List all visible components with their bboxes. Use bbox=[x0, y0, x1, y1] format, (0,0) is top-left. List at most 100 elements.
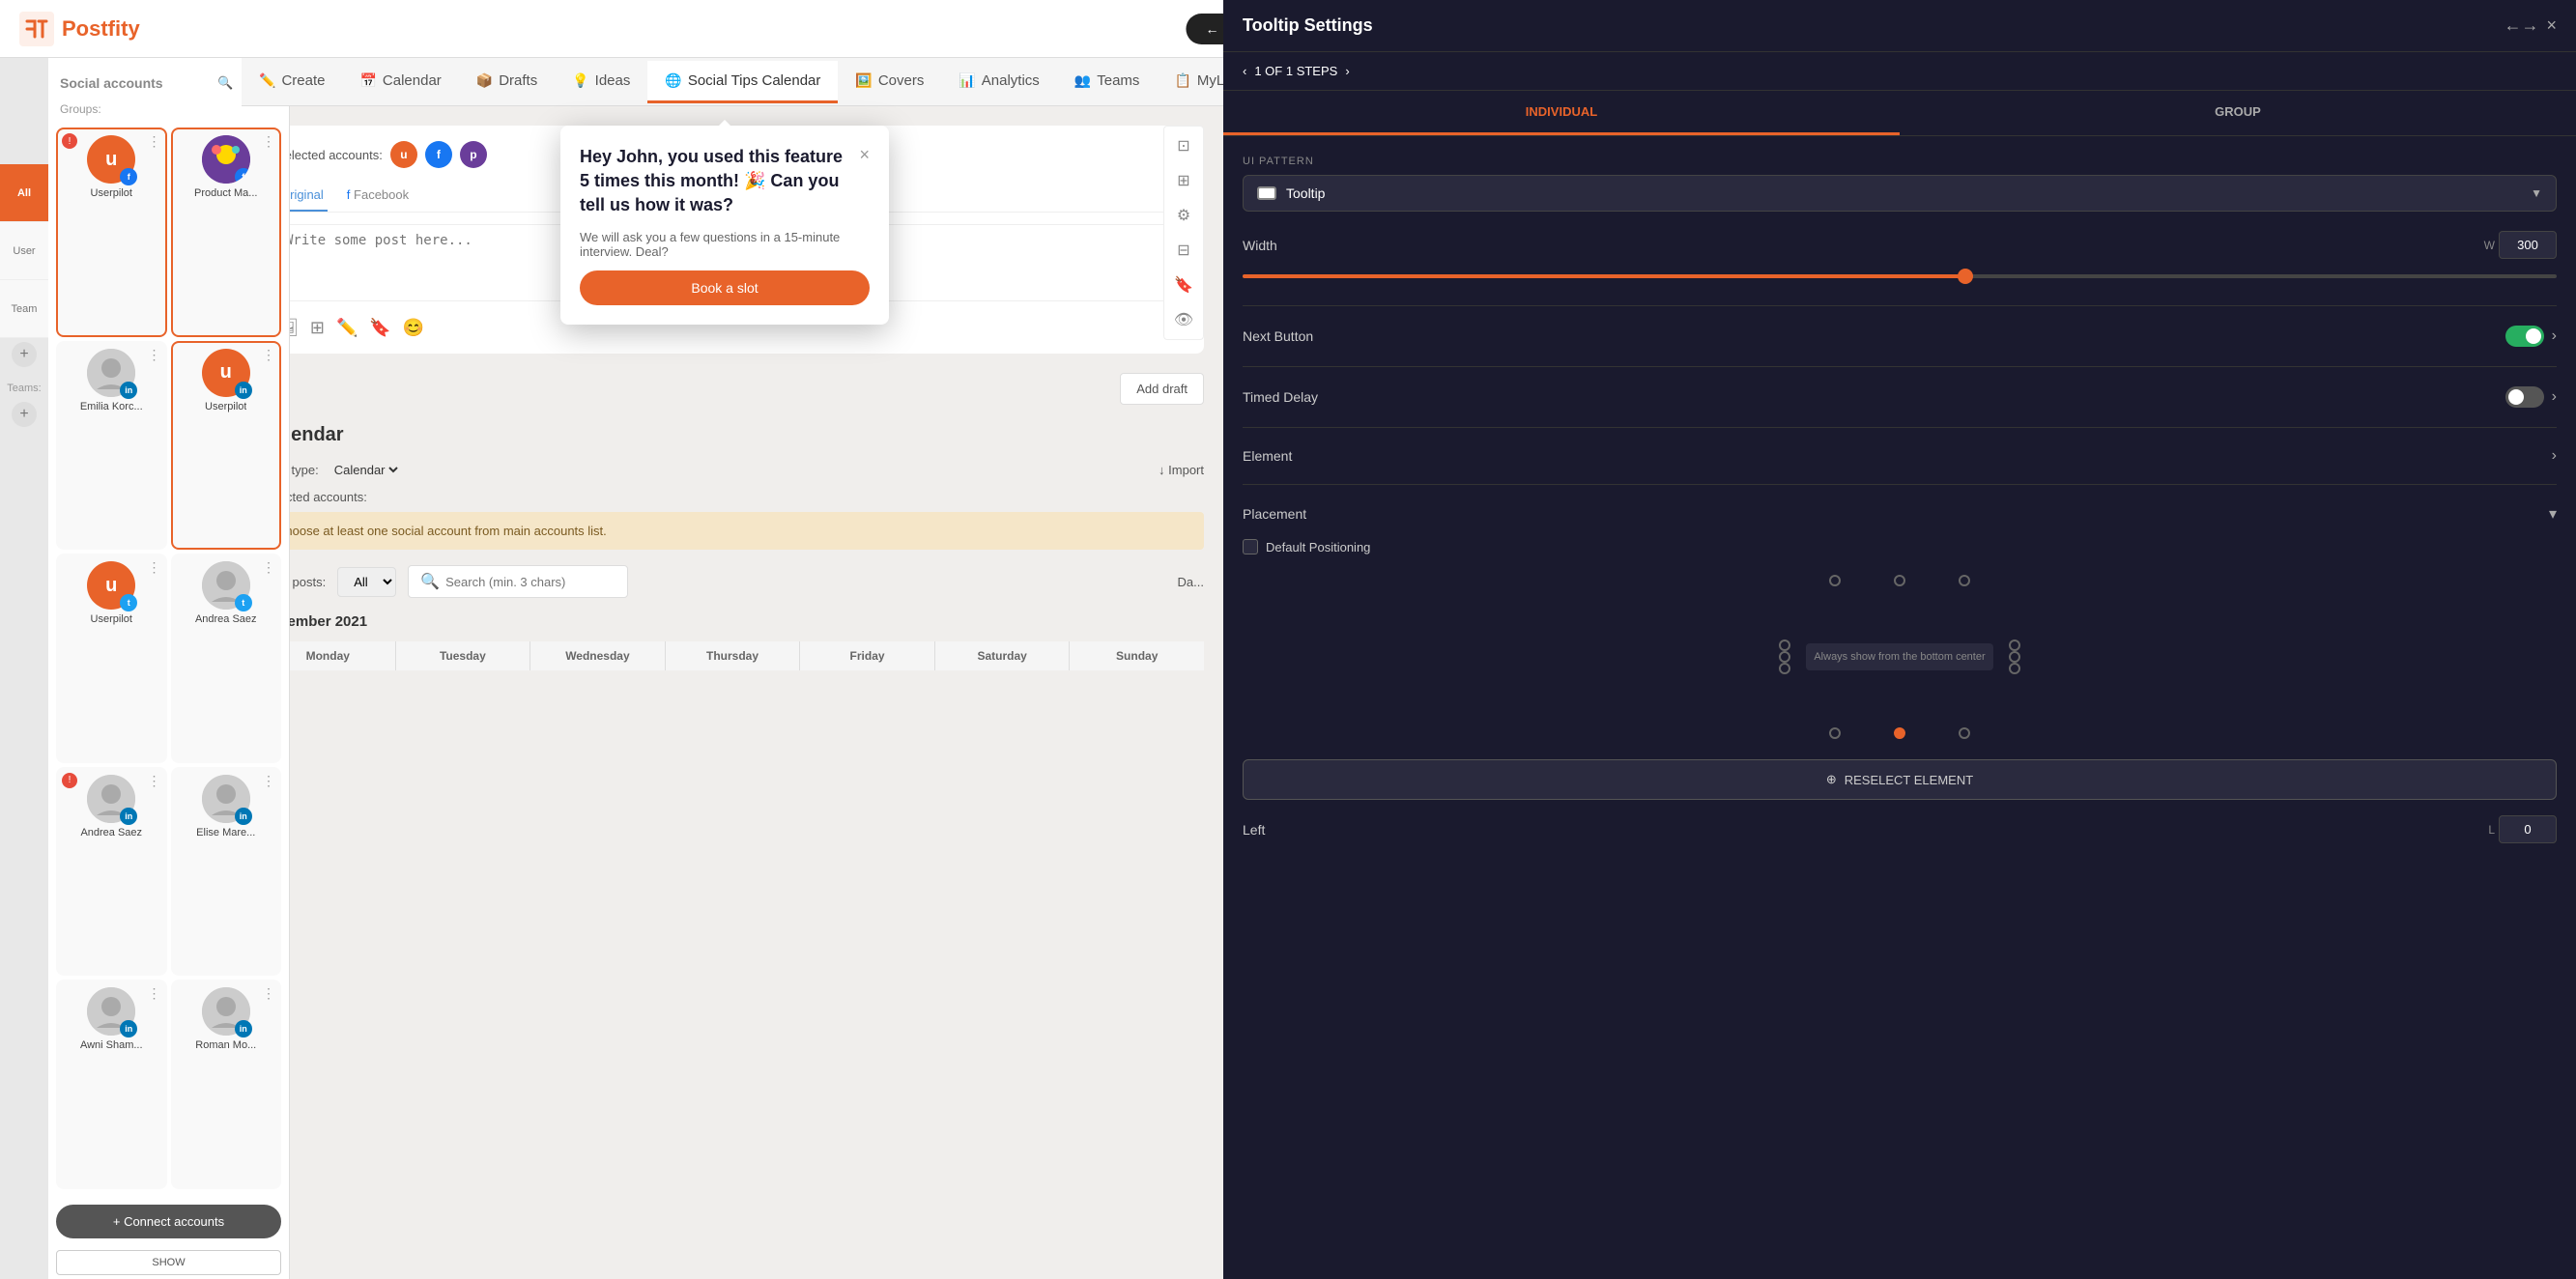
account-name: Andrea Saez bbox=[195, 613, 257, 625]
search-input[interactable] bbox=[445, 575, 615, 589]
connect-accounts-button[interactable]: + Connect accounts bbox=[56, 1205, 281, 1238]
pos-right-middle-dot[interactable] bbox=[2009, 651, 2020, 663]
account-card[interactable]: ⋮ in Roman Mo... bbox=[171, 980, 282, 1189]
teams-icon: 👥 bbox=[1074, 72, 1091, 89]
width-slider[interactable] bbox=[1243, 267, 2557, 286]
timed-delay-toggle[interactable] bbox=[2505, 386, 2544, 408]
calendar-month-title: December 2021 bbox=[261, 613, 1204, 630]
next-step-button[interactable]: › bbox=[1345, 64, 1349, 78]
account-card[interactable]: ⋮ in Awni Sham... bbox=[56, 980, 167, 1189]
prev-step-button[interactable]: ‹ bbox=[1243, 64, 1246, 78]
view-type-select[interactable]: Calendar bbox=[330, 462, 401, 478]
element-expand-icon[interactable]: › bbox=[2552, 447, 2557, 465]
ui-pattern-dropdown[interactable]: Tooltip ▼ bbox=[1243, 175, 2557, 212]
slider-thumb[interactable] bbox=[1958, 269, 1973, 284]
bookmark-side-icon[interactable]: 🔖 bbox=[1168, 270, 1199, 300]
account-card[interactable]: ⋮ t Andrea Saez bbox=[171, 554, 282, 763]
account-card[interactable]: ⋮ in Emilia Korc... bbox=[56, 341, 167, 551]
settings-icon[interactable]: ⚙ bbox=[1168, 200, 1199, 231]
tab-analytics[interactable]: 📊 Analytics bbox=[941, 61, 1056, 103]
tab-individual[interactable]: INDIVIDUAL bbox=[1223, 91, 1900, 135]
account-more-btn[interactable]: ⋮ bbox=[262, 773, 275, 789]
account-more-btn[interactable]: ⋮ bbox=[148, 347, 161, 363]
account-more-btn[interactable]: ⋮ bbox=[148, 773, 161, 789]
close-panel-button[interactable]: × bbox=[2546, 15, 2557, 36]
tooltip-popup-close-button[interactable]: × bbox=[859, 145, 870, 165]
eye-side-icon[interactable]: 👁 bbox=[1168, 304, 1199, 335]
pos-left-middle-dot[interactable] bbox=[1779, 651, 1790, 663]
account-more-btn[interactable]: ⋮ bbox=[262, 347, 275, 363]
account-card[interactable]: ⋮ u in Userpilot bbox=[171, 341, 282, 551]
account-card[interactable]: ⋮ u t Userpilot bbox=[56, 554, 167, 763]
tab-teams[interactable]: 👥 Teams bbox=[1057, 61, 1158, 103]
account-card[interactable]: ! ⋮ u f Userpilot bbox=[56, 128, 167, 337]
width-row: Width W 300 bbox=[1243, 231, 2557, 259]
add-draft-button[interactable]: Add draft bbox=[1120, 373, 1204, 405]
copy-icon[interactable]: ⊡ bbox=[1168, 130, 1199, 161]
account-avatar: t bbox=[202, 561, 250, 610]
pos-bottom-left-dot[interactable] bbox=[1829, 727, 1841, 739]
pos-right-bottom-dot[interactable] bbox=[2009, 663, 2020, 674]
tab-group[interactable]: GROUP bbox=[1900, 91, 2576, 135]
account-more-btn[interactable]: ⋮ bbox=[148, 559, 161, 576]
width-value-group: W 300 bbox=[2484, 231, 2557, 259]
pos-top-left-dot[interactable] bbox=[1829, 575, 1841, 586]
tab-ideas[interactable]: 💡 Ideas bbox=[555, 61, 647, 103]
duplicate-icon[interactable]: ⊞ bbox=[1168, 165, 1199, 196]
account-card[interactable]: ⋮ f Product Ma... bbox=[171, 128, 282, 337]
tab-drafts[interactable]: 📦 Drafts bbox=[459, 61, 555, 103]
tab-covers[interactable]: 🖼️ Covers bbox=[838, 61, 941, 103]
all-label[interactable]: All bbox=[0, 164, 48, 222]
book-slot-button[interactable]: Book a slot bbox=[580, 270, 870, 305]
pos-top-center-dot[interactable] bbox=[1894, 575, 1905, 586]
add-team-button[interactable]: + bbox=[12, 402, 37, 427]
pos-top-right-dot[interactable] bbox=[1959, 575, 1970, 586]
tab-calendar[interactable]: 📅 Calendar bbox=[342, 61, 458, 103]
dropdown-arrow-icon: ▼ bbox=[2531, 186, 2542, 200]
pos-left-top-dot[interactable] bbox=[1779, 640, 1790, 651]
covers-icon: 🖼️ bbox=[855, 72, 872, 89]
bookmark-icon[interactable]: 🔖 bbox=[369, 318, 390, 338]
account-card[interactable]: ! ⋮ in Andrea Saez bbox=[56, 767, 167, 977]
resize-icon[interactable]: ⊟ bbox=[1168, 235, 1199, 266]
left-value[interactable]: 0 bbox=[2499, 815, 2557, 843]
pos-top-row bbox=[1803, 575, 1996, 586]
add-group-button[interactable]: + bbox=[12, 342, 37, 367]
placement-expand-icon[interactable]: ▾ bbox=[2549, 504, 2557, 524]
minimize-button[interactable]: ←→ bbox=[2504, 15, 2538, 36]
default-positioning-row: Default Positioning bbox=[1243, 539, 2557, 554]
grid-icon[interactable]: ⊞ bbox=[310, 318, 325, 338]
pencil-icon[interactable]: ✏️ bbox=[336, 318, 358, 338]
mylists-icon: 📋 bbox=[1174, 72, 1190, 89]
search-icon[interactable]: 🔍 bbox=[217, 75, 233, 91]
timed-delay-expand-icon[interactable]: › bbox=[2552, 388, 2557, 406]
next-button-expand-icon[interactable]: › bbox=[2552, 327, 2557, 345]
add-draft-row: Add draft bbox=[261, 373, 1204, 405]
pos-left-bottom-dot[interactable] bbox=[1779, 663, 1790, 674]
account-card[interactable]: ⋮ in Elise Mare... bbox=[171, 767, 282, 977]
next-button-toggle[interactable] bbox=[2505, 326, 2544, 347]
timed-delay-label: Timed Delay bbox=[1243, 389, 1318, 405]
sidebar: Social accounts 🔍 👁 ⋮ Groups: ! ⋮ u f Us… bbox=[48, 0, 290, 1279]
next-button-row: Next Button › bbox=[1243, 326, 2557, 347]
account-more-btn[interactable]: ⋮ bbox=[148, 133, 161, 150]
pos-bottom-right-dot[interactable] bbox=[1959, 727, 1970, 739]
filter-select[interactable]: All bbox=[337, 567, 396, 597]
account-more-btn[interactable]: ⋮ bbox=[262, 133, 275, 150]
emoji-icon[interactable]: 😊 bbox=[403, 318, 424, 338]
show-button[interactable]: SHOW bbox=[56, 1250, 281, 1275]
account-more-btn[interactable]: ⋮ bbox=[262, 985, 275, 1002]
reselect-element-button[interactable]: ⊕ RESELECT ELEMENT bbox=[1243, 759, 2557, 800]
account-more-btn[interactable]: ⋮ bbox=[262, 559, 275, 576]
tab-facebook[interactable]: f Facebook bbox=[343, 180, 413, 212]
tab-social-tips[interactable]: 🌐 Social Tips Calendar bbox=[647, 61, 838, 103]
reselect-icon: ⊕ bbox=[1826, 772, 1837, 787]
element-label: Element bbox=[1243, 448, 1292, 464]
default-positioning-checkbox[interactable] bbox=[1243, 539, 1258, 554]
import-button[interactable]: ↓ Import bbox=[1159, 463, 1204, 477]
account-more-btn[interactable]: ⋮ bbox=[148, 985, 161, 1002]
tab-create[interactable]: ✏️ Create bbox=[242, 61, 342, 103]
pos-right-top-dot[interactable] bbox=[2009, 640, 2020, 651]
pos-bottom-center-dot[interactable] bbox=[1894, 727, 1905, 739]
width-value[interactable]: 300 bbox=[2499, 231, 2557, 259]
